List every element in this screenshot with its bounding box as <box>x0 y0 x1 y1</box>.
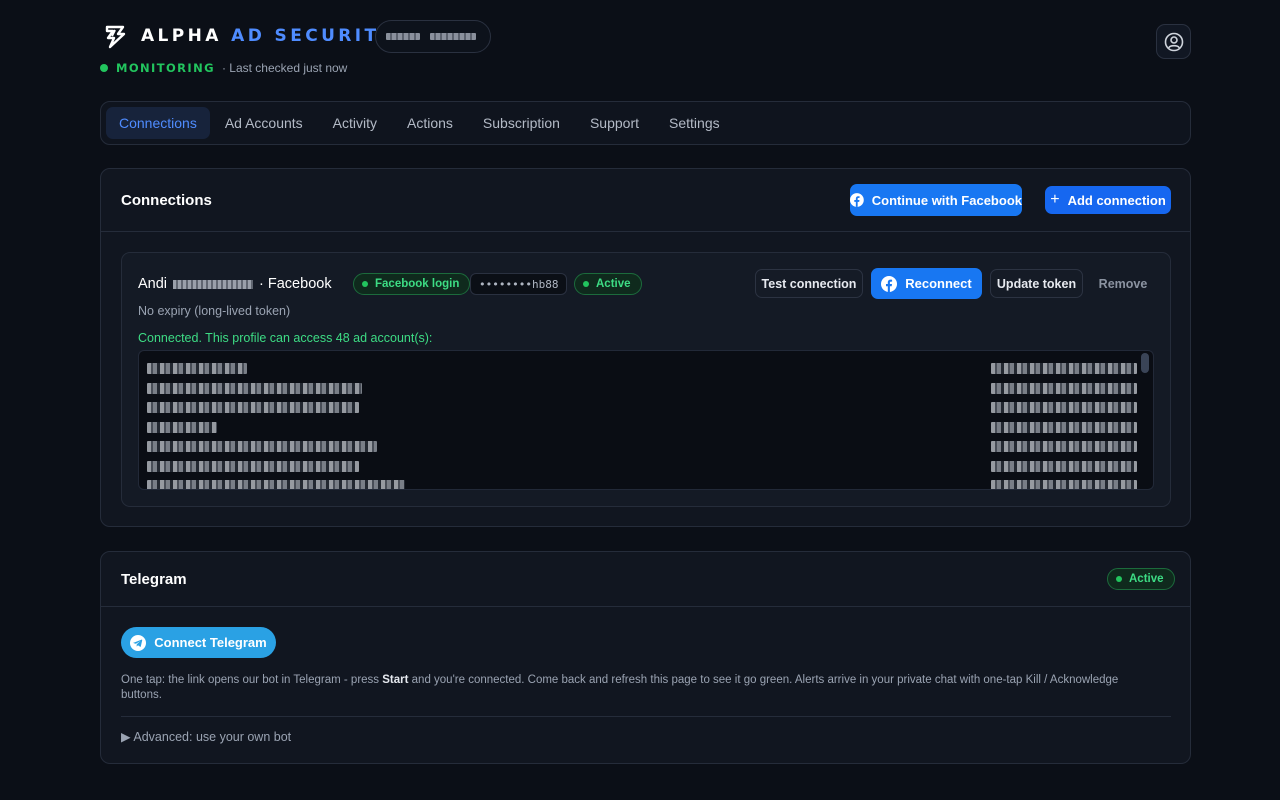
user-circle-icon <box>1164 32 1183 51</box>
status-dot-icon <box>362 281 368 287</box>
continue-with-facebook-label: Continue with Facebook <box>871 192 1022 208</box>
telegram-instructions-part1: One tap: the link opens our bot in Teleg… <box>121 674 383 686</box>
account-selector-pill[interactable] <box>375 20 491 53</box>
telegram-instructions-start: Start <box>382 674 409 686</box>
status-dot-icon <box>100 64 108 72</box>
brand-logo-icon <box>105 25 126 49</box>
brand-name-primary: ALPHA <box>141 26 222 46</box>
remove-button[interactable]: Remove <box>1093 269 1153 298</box>
list-item <box>147 441 377 452</box>
add-connection-button[interactable]: + Add connection <box>1045 186 1171 214</box>
connected-message: Connected. This profile can access 48 ad… <box>138 331 433 345</box>
status-dot-icon <box>1116 576 1122 582</box>
tab-connections[interactable]: Connections <box>106 107 210 139</box>
continue-with-facebook-button[interactable]: Continue with Facebook <box>850 184 1022 216</box>
facebook-login-badge: Facebook login <box>353 273 471 295</box>
list-item <box>991 460 1137 472</box>
account-ids-column <box>991 363 1137 489</box>
tab-subscription[interactable]: Subscription <box>468 107 575 139</box>
list-item <box>991 441 1137 452</box>
facebook-icon <box>850 193 864 207</box>
list-item <box>147 402 359 413</box>
test-connection-button[interactable]: Test connection <box>755 269 863 298</box>
tab-support[interactable]: Support <box>575 107 654 139</box>
list-item <box>147 421 217 433</box>
telegram-status-badge: Active <box>1107 568 1175 590</box>
masked-text <box>173 279 254 289</box>
token-masked: ••••••••hb88 <box>470 273 568 295</box>
ad-account-list[interactable] <box>138 350 1154 490</box>
list-item <box>991 421 1137 433</box>
connect-telegram-label: Connect Telegram <box>154 635 267 650</box>
connection-name-suffix: · Facebook <box>259 276 332 292</box>
list-item <box>147 480 405 489</box>
main-tabs: Connections Ad Accounts Activity Actions… <box>100 101 1191 145</box>
advanced-own-bot-toggle[interactable]: ▶ Advanced: use your own bot <box>121 729 291 744</box>
monitoring-status: MONITORING · Last checked just now <box>100 61 347 75</box>
telegram-card: Telegram Active Connect Telegram One tap… <box>100 551 1191 764</box>
telegram-icon <box>130 634 147 651</box>
tab-actions[interactable]: Actions <box>392 107 468 139</box>
app-header: ALPHA AD SECURITY MONITORING · Last chec… <box>100 0 1191 100</box>
connection-status-badge: Active <box>574 273 642 295</box>
connect-telegram-button[interactable]: Connect Telegram <box>121 627 276 658</box>
telegram-status-label: Active <box>1129 573 1164 585</box>
list-item <box>991 382 1137 394</box>
connection-status-label: Active <box>596 278 631 290</box>
telegram-card-header: Telegram Active <box>101 552 1190 607</box>
masked-text <box>430 33 476 40</box>
tab-ad-accounts[interactable]: Ad Accounts <box>210 107 318 139</box>
list-item <box>991 402 1137 413</box>
list-item <box>147 363 247 374</box>
masked-text <box>386 33 420 40</box>
add-connection-label: Add connection <box>1067 192 1166 208</box>
account-names-column <box>147 363 405 489</box>
status-dot-icon <box>583 281 589 287</box>
list-item <box>991 363 1137 374</box>
brand-name: ALPHA AD SECURITY <box>141 26 395 46</box>
facebook-icon <box>881 275 898 292</box>
update-token-button[interactable]: Update token <box>990 269 1083 298</box>
list-scrollbar[interactable] <box>1141 353 1149 373</box>
telegram-title: Telegram <box>121 571 187 588</box>
connections-card-header: Connections Continue with Facebook + Add… <box>101 169 1190 232</box>
connection-name: Andi · Facebook <box>138 276 332 292</box>
reconnect-label: Reconnect <box>905 276 972 291</box>
plus-icon: + <box>1050 191 1060 208</box>
monitoring-label: MONITORING <box>116 61 215 75</box>
facebook-login-label: Facebook login <box>375 278 460 290</box>
list-item <box>147 382 362 394</box>
telegram-instructions: One tap: the link opens our bot in Teleg… <box>121 673 1151 703</box>
last-checked-text: · Last checked just now <box>221 61 348 75</box>
list-item <box>991 480 1137 489</box>
connection-name-first: Andi <box>138 276 168 292</box>
list-item <box>147 460 359 472</box>
divider <box>121 716 1171 717</box>
tab-settings[interactable]: Settings <box>654 107 735 139</box>
token-expiry-text: No expiry (long-lived token) <box>138 304 291 318</box>
connection-item: Andi · Facebook Facebook login ••••••••h… <box>121 252 1171 507</box>
reconnect-button[interactable]: Reconnect <box>871 268 982 299</box>
connections-card: Connections Continue with Facebook + Add… <box>100 168 1191 527</box>
user-profile-button[interactable] <box>1156 24 1191 59</box>
connections-title: Connections <box>121 192 212 209</box>
page: ALPHA AD SECURITY MONITORING · Last chec… <box>100 0 1191 764</box>
brand-name-accent: AD SECURITY <box>231 26 396 46</box>
tab-activity[interactable]: Activity <box>318 107 392 139</box>
